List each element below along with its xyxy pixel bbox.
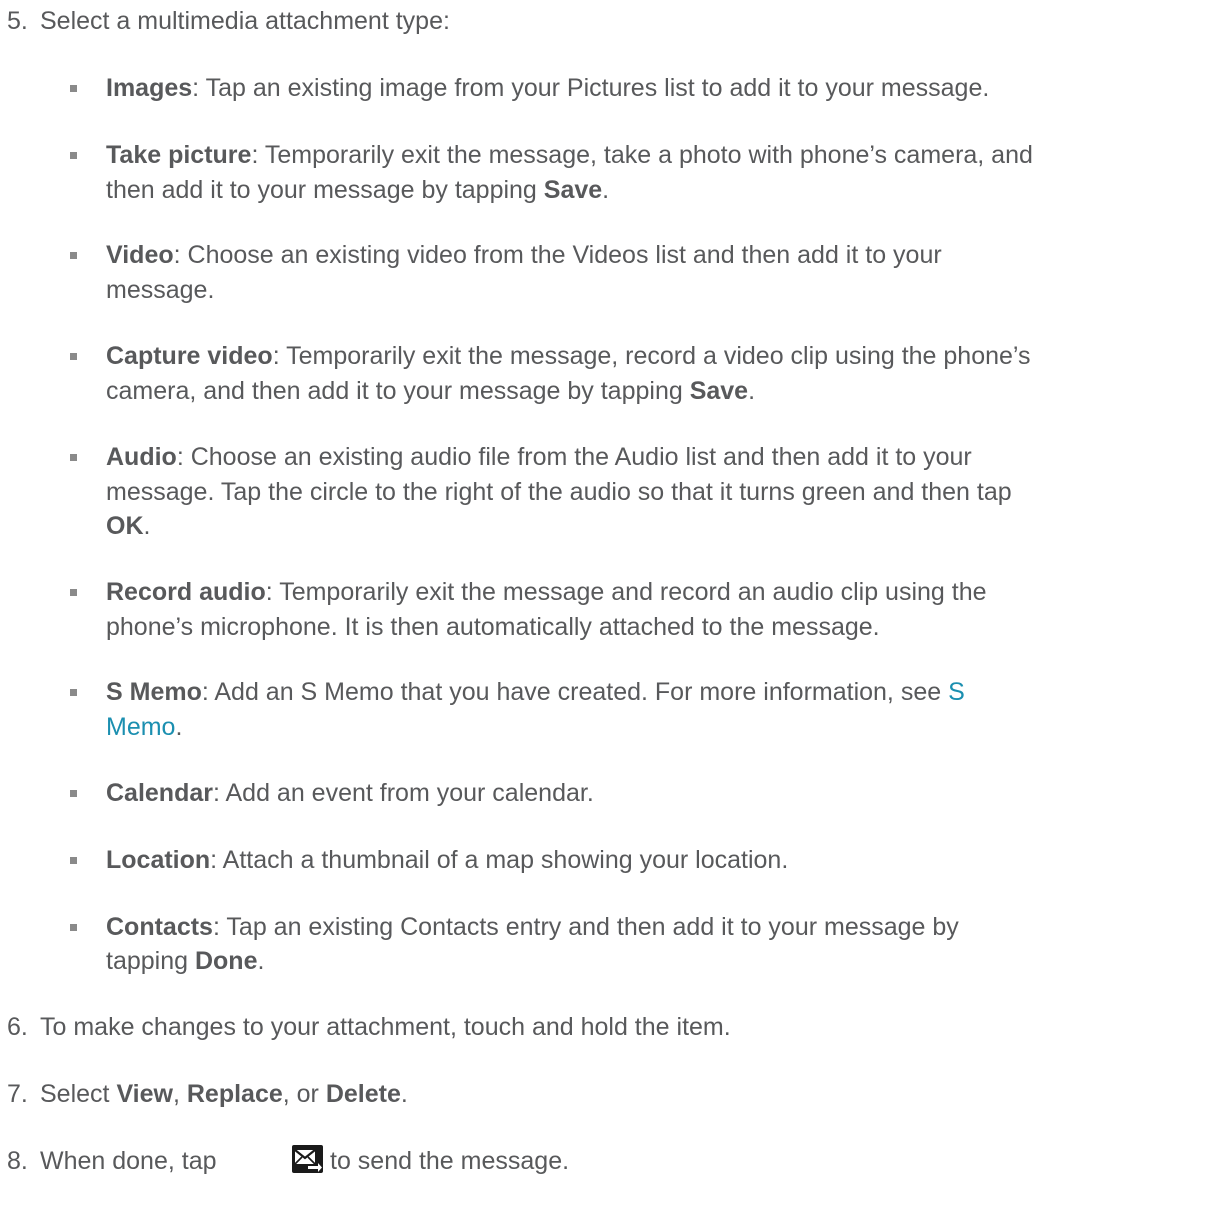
step-number: 8. xyxy=(7,1147,28,1175)
replace-term: Replace xyxy=(186,1080,283,1108)
description: : Attach a thumbnail of a map showing yo… xyxy=(210,846,789,874)
bullet-icon xyxy=(70,252,77,259)
description: : Temporarily exit the message, record a… xyxy=(272,342,1031,370)
term: Location xyxy=(106,846,211,874)
bullet-icon xyxy=(70,924,77,931)
term: Contacts xyxy=(106,913,213,941)
bullet-icon xyxy=(70,152,77,159)
description: message. Tap the circle to the right of … xyxy=(106,478,1012,506)
step-text: Select a multimedia attachment type: xyxy=(40,7,450,35)
description: : Tap an existing Contacts entry and the… xyxy=(212,913,959,941)
description: : Choose an existing audio file from the… xyxy=(176,443,972,471)
term: Video xyxy=(106,241,174,269)
description: : Choose an existing video from the Vide… xyxy=(173,241,942,269)
period: . xyxy=(175,713,183,741)
step-text-a: When done, tap xyxy=(40,1147,217,1175)
period: . xyxy=(257,947,265,975)
description: : Temporarily exit the message, take a p… xyxy=(251,141,1033,169)
step-number: 5. xyxy=(7,7,28,35)
bullet-icon xyxy=(70,454,77,461)
view-term: View xyxy=(116,1080,173,1108)
save-term: Save xyxy=(689,377,749,405)
term: Take picture xyxy=(106,141,252,169)
description: : Tap an existing image from your Pictur… xyxy=(192,74,990,102)
bullet-icon xyxy=(70,85,77,92)
step-number: 7. xyxy=(7,1080,28,1108)
step-text-b: to send the message. xyxy=(330,1147,570,1175)
term: Capture video xyxy=(106,342,273,370)
term: Record audio xyxy=(106,578,266,606)
description: : Add an S Memo that you have created. F… xyxy=(201,678,949,706)
term: S Memo xyxy=(106,678,202,706)
send-message-icon xyxy=(292,1145,323,1173)
bullet-icon xyxy=(70,589,77,596)
period: . xyxy=(602,176,610,204)
term: Calendar xyxy=(106,779,213,807)
s-memo-link[interactable]: S xyxy=(948,678,965,706)
period: . xyxy=(143,512,151,540)
bullet-icon xyxy=(70,857,77,864)
step-text: Select View, Replace, or Delete. xyxy=(40,1080,408,1108)
description: tapping xyxy=(106,947,195,975)
ok-term: OK xyxy=(106,512,144,540)
bullet-icon xyxy=(70,689,77,696)
save-term: Save xyxy=(543,176,603,204)
period: . xyxy=(748,377,756,405)
description: phone’s microphone. It is then automatic… xyxy=(106,613,880,641)
bullet-icon xyxy=(70,353,77,360)
term: Audio xyxy=(106,443,177,471)
bullet-icon xyxy=(70,790,77,797)
step-number: 6. xyxy=(7,1013,28,1041)
description: then add it to your message by tapping xyxy=(106,176,544,204)
step-text: To make changes to your attachment, touc… xyxy=(40,1013,731,1041)
description: : Temporarily exit the message and recor… xyxy=(265,578,987,606)
done-term: Done xyxy=(194,947,258,975)
delete-term: Delete xyxy=(325,1080,401,1108)
description: : Add an event from your calendar. xyxy=(212,779,594,807)
description: camera, and then add it to your message … xyxy=(106,377,690,405)
s-memo-link-cont[interactable]: Memo xyxy=(106,713,175,741)
description: message. xyxy=(106,276,215,304)
term: Images xyxy=(106,74,193,102)
